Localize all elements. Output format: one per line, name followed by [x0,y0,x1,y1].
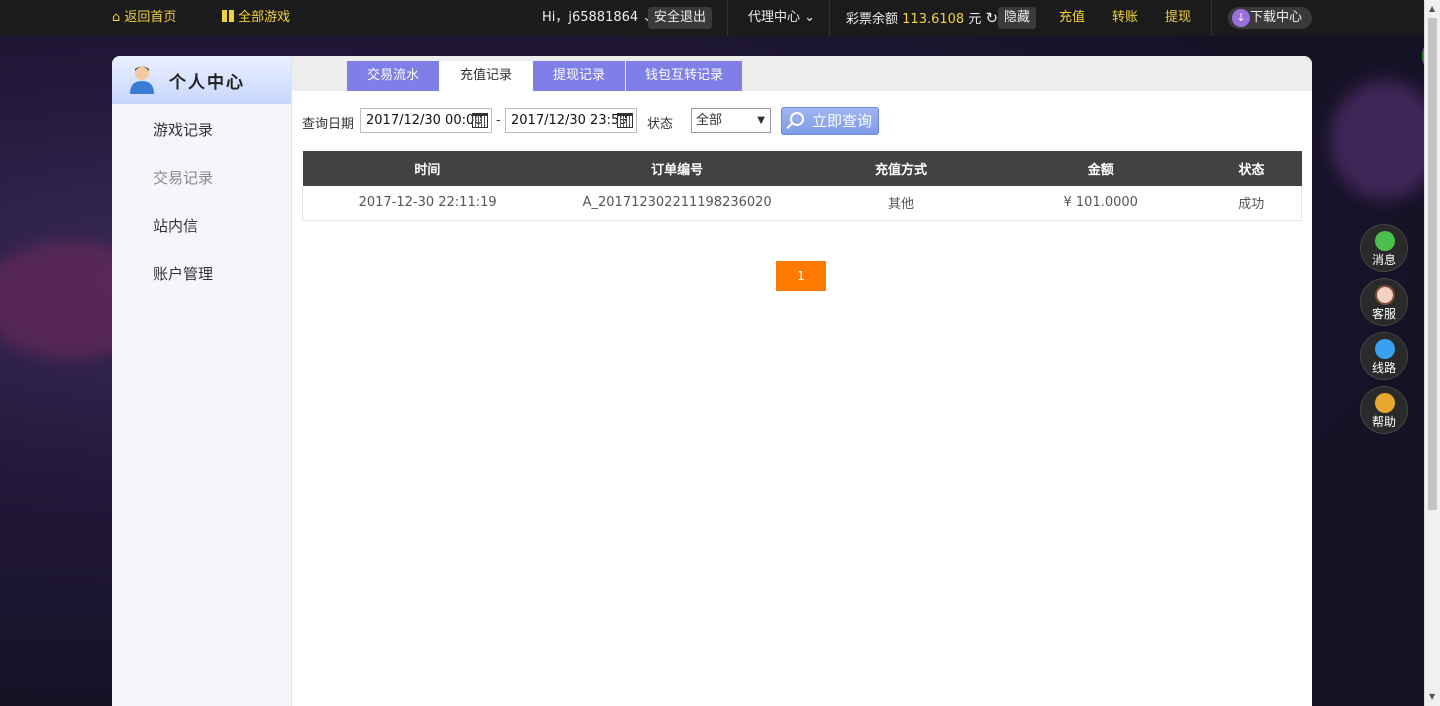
cell-status: 成功 [1201,186,1302,221]
chevron-down-icon: ⌄ [804,10,816,25]
float-help-button[interactable]: 帮助 [1360,386,1408,434]
status-select[interactable]: 全部 ▼ [691,108,771,133]
page-scrollbar[interactable]: ▲ ▼ [1424,0,1440,706]
calendar-icon[interactable] [472,113,488,128]
table-row: 2017-12-30 22:11:19 A_201712302211198236… [302,186,1302,221]
personal-center-panel: 个人中心 游戏记录 交易记录 站内信 账户管理 交易流水 充值记录 提现记录 钱… [112,56,1312,706]
column-header: 充值方式 [802,151,1000,186]
cell-amount: ¥ 101.0000 [999,186,1202,221]
support-icon [1375,285,1395,305]
float-label: 线路 [1371,361,1396,375]
float-support-button[interactable]: 客服 [1360,278,1408,326]
all-games-link[interactable]: 全部游戏 [222,0,290,36]
table-header-row: 时间 订单编号 充值方式 金额 状态 [302,151,1302,186]
end-date-input[interactable]: 2017/12/30 23:59 [505,108,637,133]
top-bar: ⌂ 返回首页 全部游戏 Hi，j65881864 ⌄ 安全退出 代理中心 ⌄ 彩… [0,0,1424,36]
transfer-link[interactable]: 转账 [1112,0,1138,36]
tab-wallet-transfer-records[interactable]: 钱包互转记录 [626,61,742,91]
recharge-records-table: 时间 订单编号 充值方式 金额 状态 2017-12-30 22:11:19 A… [302,151,1302,221]
hide-balance-button[interactable]: 隐藏 [998,7,1037,29]
recharge-link[interactable]: 充值 [1059,0,1085,36]
grid-icon [222,10,234,22]
date-label: 查询日期 [302,117,355,132]
user-avatar-icon [130,66,154,94]
cell-order-number: A_201712302211198236020 [552,186,803,221]
status-selected-value: 全部 [696,113,723,128]
tab-bar: 交易流水 充值记录 提现记录 钱包互转记录 [292,56,1312,91]
float-route-button[interactable]: 线路 [1360,332,1408,380]
end-date-value: 2017/12/30 23:59 [511,113,628,128]
tab-withdraw-records[interactable]: 提现记录 [533,61,625,91]
home-link[interactable]: ⌂ 返回首页 [112,0,176,36]
column-header: 金额 [999,151,1202,186]
sidebar-header: 个人中心 [112,56,291,104]
float-label: 消息 [1371,253,1396,267]
sidebar-item-account-management[interactable]: 账户管理 [153,263,213,284]
page-button-current[interactable]: 1 [776,261,826,291]
tab-transaction-flow[interactable]: 交易流水 [347,61,439,91]
search-button-label: 立即查询 [812,112,873,130]
start-date-value: 2017/12/30 00:00 [366,113,483,128]
speed-icon [1375,339,1395,359]
cell-time: 2017-12-30 22:11:19 [302,186,553,221]
float-message-button[interactable]: 消息 [1360,224,1408,272]
tab-recharge-records[interactable]: 充值记录 [439,61,533,91]
greeting-text: Hi，j65881864 [542,10,639,25]
scroll-down-arrow-icon[interactable]: ▼ [1429,692,1435,701]
cell-method: 其他 [802,186,1000,221]
balance-value: 113.6108 [902,12,965,27]
balance-label: 彩票余额 [846,12,899,27]
user-menu[interactable]: Hi，j65881864 ⌄ [542,0,653,36]
sidebar-item-game-records[interactable]: 游戏记录 [153,119,213,140]
sidebar: 个人中心 游戏记录 交易记录 站内信 账户管理 [112,56,292,706]
dropdown-arrow-icon: ▼ [757,115,765,126]
help-icon [1375,393,1395,413]
refresh-icon[interactable]: ↻ [985,9,998,27]
start-date-input[interactable]: 2017/12/30 00:00 [360,108,492,133]
download-icon: ↓ [1232,9,1250,27]
scrollbar-thumb[interactable] [1428,18,1437,510]
home-label: 返回首页 [124,10,177,25]
status-label: 状态 [647,117,674,132]
sidebar-item-messages[interactable]: 站内信 [153,215,198,236]
logout-button[interactable]: 安全退出 [648,7,713,29]
balance-area: 彩票余额 113.6108 元 ↻ [846,0,998,36]
agent-center-menu[interactable]: 代理中心 ⌄ [748,0,815,36]
download-label: 下载中心 [1250,10,1303,25]
column-header: 订单编号 [552,151,803,186]
calendar-icon[interactable] [617,113,633,128]
query-form: 查询日期 2017/12/30 00:00 - 2017/12/30 23:59… [302,107,1302,135]
main-content: 交易流水 充值记录 提现记录 钱包互转记录 查询日期 2017/12/30 00… [292,56,1312,706]
scroll-up-arrow-icon[interactable]: ▲ [1429,4,1435,13]
balance-unit: 元 [968,12,982,27]
sidebar-item-transaction-records[interactable]: 交易记录 [153,167,213,188]
message-icon [1375,231,1395,251]
search-button[interactable]: 立即查询 [781,107,879,135]
all-games-label: 全部游戏 [238,10,291,25]
column-header: 状态 [1201,151,1302,186]
float-label: 客服 [1371,307,1396,321]
search-icon [790,112,804,126]
withdraw-link[interactable]: 提现 [1165,0,1191,36]
date-separator: - [496,113,501,128]
column-header: 时间 [302,151,553,186]
float-label: 帮助 [1371,415,1396,429]
download-center-button[interactable]: ↓ 下载中心 [1228,7,1312,29]
sidebar-title: 个人中心 [169,73,245,93]
home-icon: ⌂ [112,10,121,25]
agent-center-label: 代理中心 [748,10,801,25]
